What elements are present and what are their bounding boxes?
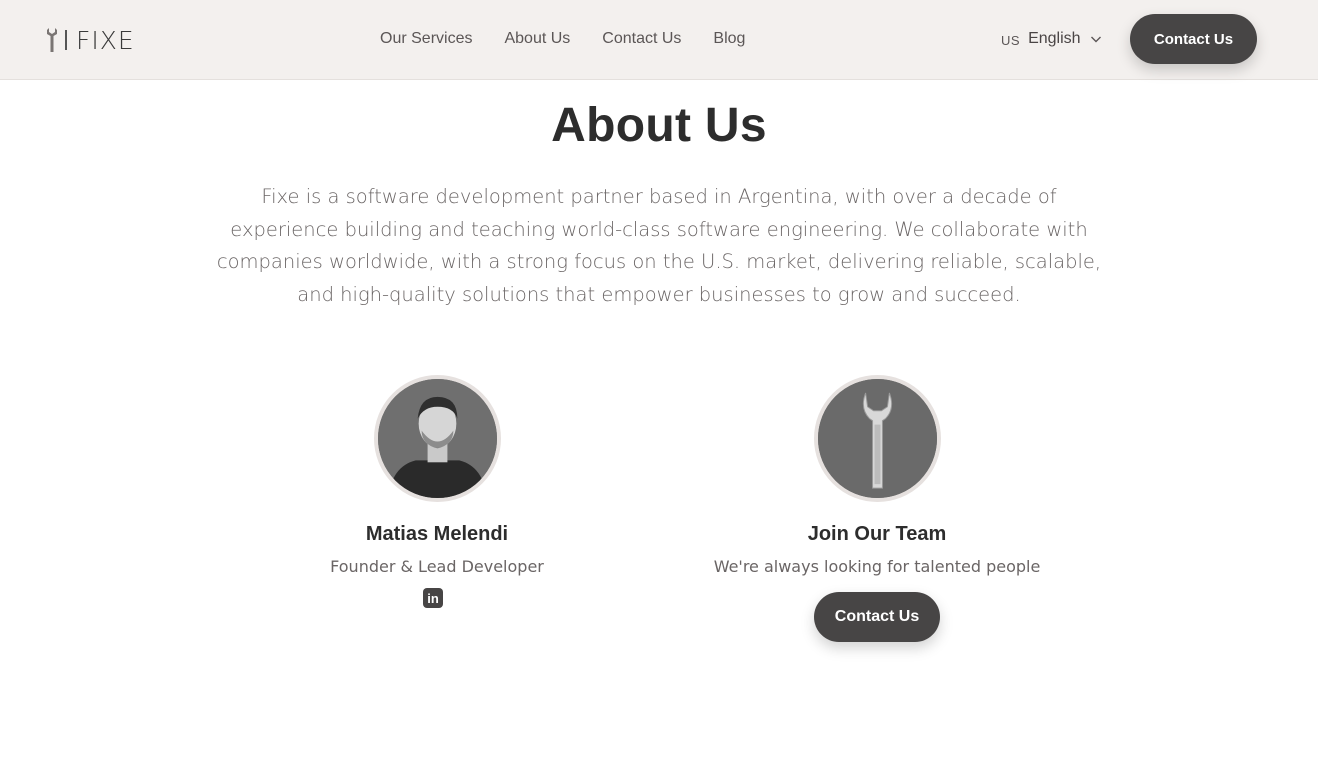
logo[interactable]: FIXE	[47, 25, 135, 55]
intro-paragraph: Fixe is a software development partner b…	[204, 181, 1114, 311]
person-photo	[377, 379, 497, 498]
intro-line: and high-quality solutions that empower …	[297, 282, 1021, 306]
logo-divider	[65, 30, 67, 50]
site-header: FIXE Our Services About Us Contact Us Bl…	[0, 0, 1318, 80]
chevron-down-icon	[1090, 36, 1101, 43]
team-card-founder: Matias Melendi Founder & Lead Developer …	[257, 375, 617, 608]
header-contact-button[interactable]: Contact Us	[1130, 14, 1257, 64]
language-name: English	[1028, 30, 1081, 47]
nav-about-us[interactable]: About Us	[504, 28, 570, 50]
avatar	[813, 375, 941, 502]
avatar	[373, 375, 501, 502]
language-code: US	[1001, 33, 1021, 48]
language-selector[interactable]: US English	[1001, 28, 1102, 50]
join-title: Join Our Team	[807, 523, 947, 545]
member-name: Matias Melendi	[365, 523, 509, 545]
nav-blog[interactable]: Blog	[713, 28, 745, 50]
nav-contact-us[interactable]: Contact Us	[602, 28, 681, 50]
team-card-join: Join Our Team We're always looking for t…	[697, 375, 1057, 642]
join-subtitle: We're always looking for talented people	[713, 557, 1041, 576]
intro-line: experience building and teaching world-c…	[230, 217, 1088, 241]
wrench-photo	[817, 379, 937, 498]
page-title: About Us	[551, 99, 767, 152]
intro-line: Fixe is a software development partner b…	[261, 185, 1057, 208]
nav-our-services[interactable]: Our Services	[380, 28, 472, 50]
logo-text: FIXE	[76, 25, 135, 55]
member-role: Founder & Lead Developer	[330, 557, 544, 576]
join-contact-button[interactable]: Contact Us	[814, 592, 940, 642]
wrench-logo-icon	[47, 28, 57, 52]
main-nav: Our Services About Us Contact Us Blog	[380, 28, 745, 50]
linkedin-icon[interactable]: in	[423, 588, 443, 608]
intro-line: companies worldwide, with a strong focus…	[216, 250, 1102, 273]
